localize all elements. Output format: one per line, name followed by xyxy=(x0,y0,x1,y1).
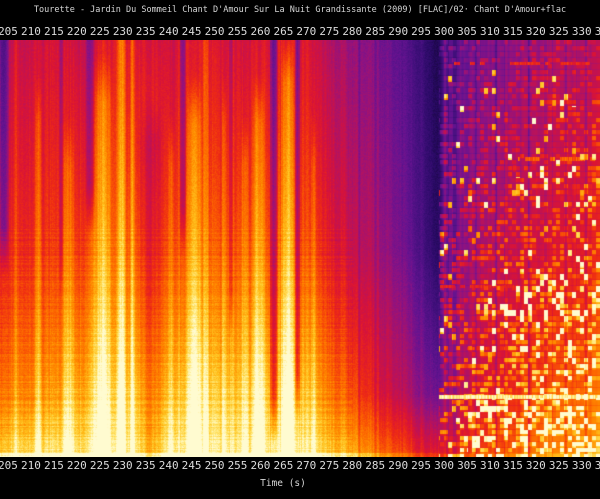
x-tick-label: 295 xyxy=(411,459,431,472)
x-tick-label: 255 xyxy=(228,459,248,472)
x-tick-label: 265 xyxy=(273,459,293,472)
x-tick-label: 310 xyxy=(480,25,500,38)
x-tick-label: 280 xyxy=(342,25,362,38)
x-tick-label: 295 xyxy=(411,25,431,38)
x-tick-label: 270 xyxy=(296,25,316,38)
x-tick-label: 270 xyxy=(296,459,316,472)
x-tick-label: 335 xyxy=(595,459,600,472)
x-tick-label: 320 xyxy=(526,25,546,38)
x-tick-label: 315 xyxy=(503,25,523,38)
x-tick-label: 235 xyxy=(136,459,156,472)
x-axis-bottom: 2052102152202252302352402452502552602652… xyxy=(0,459,600,473)
x-tick-label: 265 xyxy=(273,25,293,38)
x-tick-label: 240 xyxy=(159,25,179,38)
x-tick-label: 300 xyxy=(434,25,454,38)
x-tick-label: 280 xyxy=(342,459,362,472)
x-tick-label: 235 xyxy=(136,25,156,38)
x-tick-label: 210 xyxy=(21,25,41,38)
x-tick-label: 225 xyxy=(90,459,110,472)
x-tick-label: 330 xyxy=(572,459,592,472)
x-tick-label: 250 xyxy=(205,459,225,472)
x-tick-label: 260 xyxy=(251,25,271,38)
x-tick-label: 305 xyxy=(457,459,477,472)
x-tick-label: 290 xyxy=(388,459,408,472)
x-tick-label: 300 xyxy=(434,459,454,472)
x-tick-label: 245 xyxy=(182,25,202,38)
x-tick-label: 240 xyxy=(159,459,179,472)
x-tick-label: 325 xyxy=(549,459,569,472)
x-tick-label: 245 xyxy=(182,459,202,472)
x-tick-label: 290 xyxy=(388,25,408,38)
x-tick-label: 325 xyxy=(549,25,569,38)
x-tick-label: 320 xyxy=(526,459,546,472)
x-tick-label: 285 xyxy=(365,25,385,38)
spectrogram-viewer: Tourette - Jardin Du Sommeil Chant D'Amo… xyxy=(0,0,600,499)
x-tick-label: 260 xyxy=(251,459,271,472)
x-axis-top: 2052102152202252302352402452502552602652… xyxy=(0,25,600,39)
x-tick-label: 275 xyxy=(319,459,339,472)
x-tick-label: 220 xyxy=(67,25,87,38)
x-tick-label: 285 xyxy=(365,459,385,472)
x-tick-label: 315 xyxy=(503,459,523,472)
x-tick-label: 220 xyxy=(67,459,87,472)
x-tick-label: 275 xyxy=(319,25,339,38)
x-tick-label: 330 xyxy=(572,25,592,38)
x-tick-label: 230 xyxy=(113,459,133,472)
x-tick-label: 215 xyxy=(44,459,64,472)
x-tick-label: 310 xyxy=(480,459,500,472)
x-tick-label: 205 xyxy=(0,25,18,38)
x-tick-label: 255 xyxy=(228,25,248,38)
x-tick-label: 225 xyxy=(90,25,110,38)
x-tick-label: 230 xyxy=(113,25,133,38)
x-axis-label: Time (s) xyxy=(260,478,306,489)
spectrogram-image xyxy=(0,40,600,457)
x-tick-label: 335 xyxy=(595,25,600,38)
x-tick-label: 205 xyxy=(0,459,18,472)
x-tick-label: 250 xyxy=(205,25,225,38)
x-tick-label: 305 xyxy=(457,25,477,38)
window-title: Tourette - Jardin Du Sommeil Chant D'Amo… xyxy=(0,5,600,15)
x-tick-label: 210 xyxy=(21,459,41,472)
x-tick-label: 215 xyxy=(44,25,64,38)
